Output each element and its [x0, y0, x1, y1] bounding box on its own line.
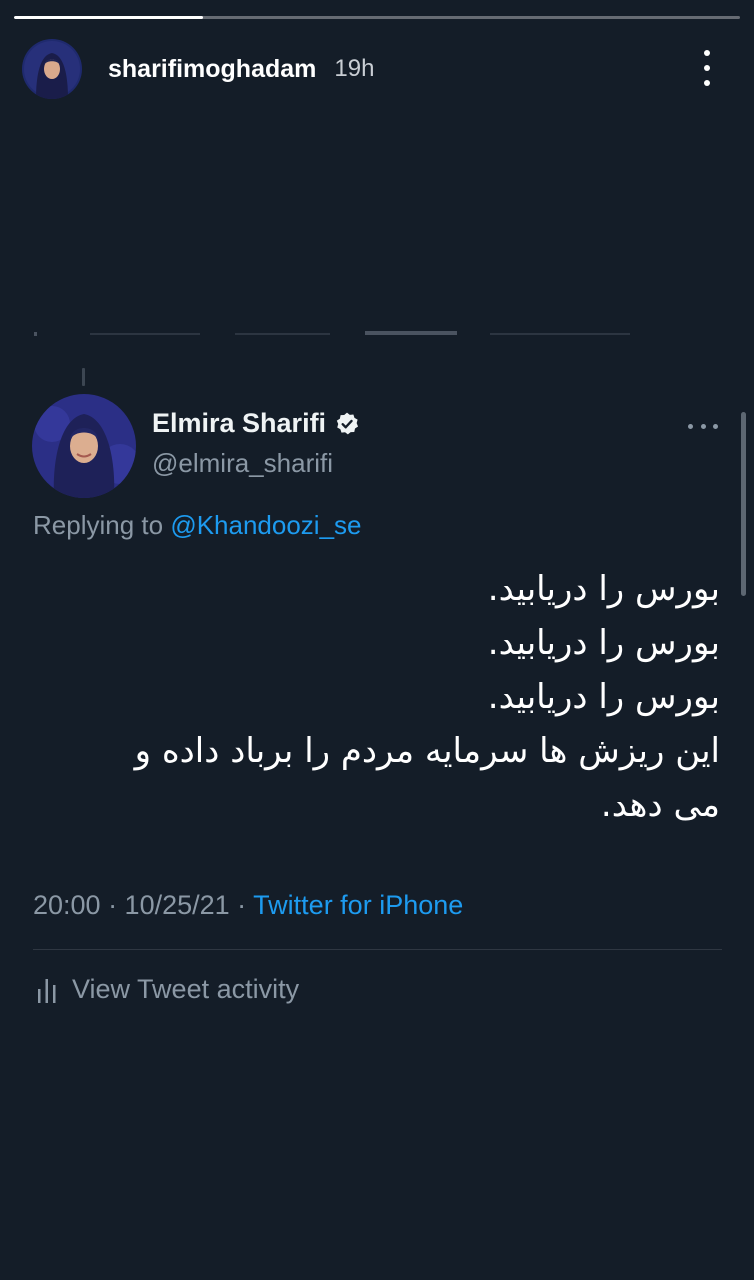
tweet-avatar[interactable] [32, 394, 136, 498]
tweet-text: بورس را دریابید. بورس را دریابید. بورس ر… [60, 562, 720, 832]
tweet-text-line: بورس را دریابید. [487, 677, 720, 717]
scrollbar[interactable] [741, 412, 746, 596]
story-progress-bar [14, 16, 740, 19]
story-timestamp: 19h [334, 55, 375, 82]
tweet-author-name[interactable]: Elmira Sharifi [152, 408, 326, 439]
divider [33, 949, 722, 950]
view-tweet-activity-label: View Tweet activity [72, 974, 300, 1004]
replying-to-mention[interactable]: @Khandoozi_se [170, 510, 361, 540]
story-progress-fill [14, 16, 203, 19]
tweet-text-line: این ریزش ها سرمایه مردم را برباد داده و [134, 731, 720, 771]
tweet-metadata: 20:00 · 10/25/21 · Twitter for iPhone [33, 890, 463, 921]
profile-photo-icon [32, 394, 136, 498]
tweet-author-row: Elmira Sharifi [152, 408, 360, 439]
story-username[interactable]: sharifimoghadam [108, 55, 316, 84]
tweet-text-line: می دهد. [600, 785, 720, 825]
tweet-text-line: بورس را دریابید. [487, 569, 720, 609]
tweet-author-handle[interactable]: @elmira_sharifi [152, 448, 333, 479]
profile-photo-icon [22, 39, 82, 99]
analytics-icon [38, 978, 56, 1003]
story-avatar[interactable] [22, 39, 82, 99]
tweet-text-line: بورس را دریابید. [487, 623, 720, 663]
replying-to-label: Replying to [33, 510, 164, 540]
instagram-story-screen: sharifimoghadam 19h Elmira Sharifi @elmi… [0, 0, 754, 1280]
more-options-icon[interactable] [700, 50, 714, 86]
thread-connector [82, 368, 85, 386]
view-tweet-activity-button[interactable]: View Tweet activity [36, 974, 299, 1005]
previous-tweet-remnant [34, 331, 630, 336]
tweet-timestamp[interactable]: 20:00 · 10/25/21 · [33, 890, 246, 920]
verified-badge-icon [336, 412, 359, 434]
replying-to: Replying to @Khandoozi_se [33, 510, 362, 541]
tweet-more-icon[interactable] [688, 422, 718, 430]
tweet-source[interactable]: Twitter for iPhone [253, 890, 463, 920]
story-header: sharifimoghadam 19h [22, 38, 732, 100]
